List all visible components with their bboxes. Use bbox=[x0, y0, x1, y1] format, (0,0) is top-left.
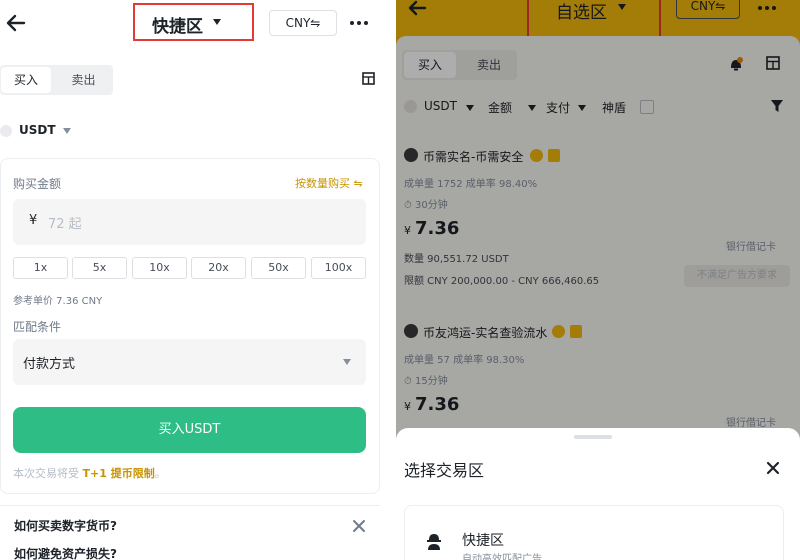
t1-suffix: 。 bbox=[154, 467, 166, 480]
multiplier-chip[interactable]: 50x bbox=[251, 257, 306, 279]
faq-item[interactable]: 如何买卖数字货币? bbox=[14, 517, 117, 534]
tab-sell[interactable]: 卖出 bbox=[56, 67, 111, 93]
buy-form-card: 购买金额 按数量购买 ⇋ ¥ 72 起 1x 5x 10x 20x 50x 10… bbox=[0, 158, 380, 494]
reference-price: 参考单价 7.36 CNY bbox=[13, 296, 103, 307]
amount-label: 购买金额 bbox=[13, 177, 62, 191]
payment-method-label: 付款方式 bbox=[23, 357, 76, 372]
back-arrow-icon[interactable] bbox=[4, 11, 28, 35]
faq-panel: 如何买卖数字货币? 如何避免资产损失? bbox=[0, 505, 380, 560]
buy-sell-toggle: 买入 卖出 bbox=[0, 65, 113, 95]
buy-by-quantity-link[interactable]: 按数量购买 ⇋ bbox=[295, 175, 363, 191]
custom-zone-screen: 自选区 CNY⇋ 买入 卖出 USDT 金额 支付 神盾 币需实名-币需安全 成… bbox=[396, 0, 800, 560]
buy-usdt-button[interactable]: 买入USDT bbox=[13, 407, 366, 453]
sheet-title: 选择交易区 bbox=[404, 461, 485, 480]
tab-buy[interactable]: 买入 bbox=[1, 67, 51, 93]
header: 快捷区 CNY⇋ bbox=[0, 0, 393, 48]
agent-icon bbox=[427, 534, 441, 550]
multiplier-chip[interactable]: 1x bbox=[13, 257, 68, 279]
drag-handle[interactable] bbox=[574, 435, 612, 439]
t1-notice: 本次交易将受 T+1 提币限制。 bbox=[13, 465, 166, 481]
multiplier-chip[interactable]: 100x bbox=[311, 257, 366, 279]
faq-item[interactable]: 如何避免资产损失? bbox=[14, 545, 117, 560]
currency-button[interactable]: CNY⇋ bbox=[269, 10, 337, 36]
multiplier-chip[interactable]: 5x bbox=[72, 257, 127, 279]
payment-method-select[interactable]: 付款方式 bbox=[13, 339, 366, 385]
multiplier-row: 1x 5x 10x 20x 50x 100x bbox=[13, 257, 367, 279]
chevron-down-icon bbox=[343, 359, 351, 365]
select-zone-sheet: 选择交易区 快捷区 自动高效匹配广告 bbox=[396, 428, 800, 560]
match-conditions-label: 匹配条件 bbox=[13, 320, 62, 334]
chevron-down-icon bbox=[63, 128, 71, 134]
quick-zone-screen: 快捷区 CNY⇋ 买入 卖出 USDT 购买金额 按数量购买 ⇋ ¥ 72 起 … bbox=[0, 0, 393, 560]
close-icon[interactable] bbox=[766, 461, 780, 475]
chevron-down-icon[interactable] bbox=[213, 19, 221, 25]
order-list-icon[interactable] bbox=[362, 72, 375, 85]
amount-input[interactable]: ¥ 72 起 bbox=[13, 199, 366, 245]
usdt-coin-icon bbox=[0, 125, 12, 137]
amount-placeholder: 72 起 bbox=[48, 217, 82, 232]
option-subtitle: 自动高效匹配广告 bbox=[462, 554, 542, 560]
t1-highlight[interactable]: T+1 提币限制 bbox=[83, 467, 155, 480]
zone-option-quick[interactable]: 快捷区 自动高效匹配广告 bbox=[404, 505, 784, 560]
t1-prefix: 本次交易将受 bbox=[13, 467, 83, 480]
asset-label: USDT bbox=[19, 123, 56, 137]
option-title: 快捷区 bbox=[462, 533, 504, 549]
close-icon[interactable] bbox=[352, 519, 366, 533]
more-icon[interactable] bbox=[350, 21, 372, 26]
multiplier-chip[interactable]: 20x bbox=[191, 257, 246, 279]
zone-selector[interactable]: 快捷区 bbox=[152, 12, 203, 37]
currency-symbol: ¥ bbox=[29, 213, 38, 228]
multiplier-chip[interactable]: 10x bbox=[132, 257, 187, 279]
